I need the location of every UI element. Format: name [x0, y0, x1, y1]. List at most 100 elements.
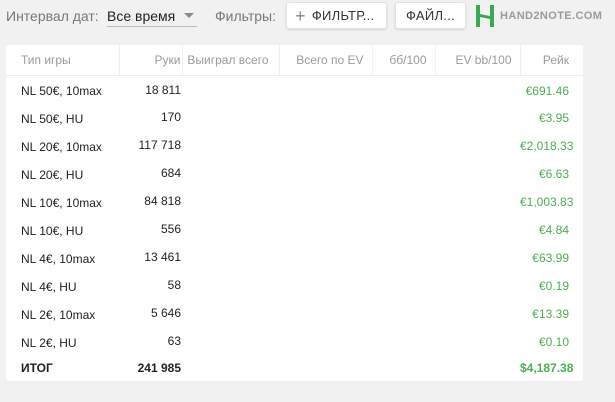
- evbb100-cell: [435, 271, 520, 299]
- hands-cell: 58: [167, 278, 181, 292]
- total-rake: $4,187.38: [520, 361, 574, 375]
- column-header-game[interactable]: Тип игры: [6, 45, 120, 76]
- evbb100-cell: [435, 159, 520, 187]
- rake-cell: €4.84: [538, 223, 569, 237]
- table-row[interactable]: NL 10€, HU 556 €4.84: [6, 215, 583, 243]
- total-hands: 241 985: [137, 361, 181, 375]
- bb100-cell: [372, 299, 435, 327]
- bb100-cell: [372, 75, 435, 103]
- rake-cell: €0.19: [538, 279, 569, 293]
- won-cell: [182, 215, 279, 243]
- evbb100-cell: [435, 215, 520, 243]
- toolbar: Интервал дат: Все время Фильтры: + ФИЛЬТ…: [0, 0, 615, 34]
- interval-label: Интервал дат:: [6, 8, 99, 24]
- column-header-hands[interactable]: Руки: [119, 45, 183, 76]
- hands-cell: 556: [160, 222, 181, 236]
- table-header-row: Тип игры Руки Выиграл всего Всего по EV …: [6, 45, 583, 76]
- won-cell: [182, 187, 279, 215]
- total-bb100: [372, 355, 435, 381]
- evbb100-cell: [435, 299, 520, 327]
- rake-cell: €13.39: [532, 307, 569, 321]
- bb100-cell: [372, 131, 435, 159]
- hands-cell: 13 461: [144, 250, 181, 264]
- hands-cell: 84 818: [144, 194, 181, 208]
- total-evbb100: [435, 355, 520, 381]
- game-type-cell: NL 20€, HU: [21, 168, 84, 182]
- hands-cell: 684: [160, 166, 181, 180]
- evbb100-cell: [435, 327, 520, 355]
- table-row[interactable]: NL 2€, 10max 5 646 €13.39: [6, 299, 583, 327]
- game-type-cell: NL 50€, HU: [21, 112, 84, 126]
- won-cell: [182, 327, 279, 355]
- rake-cell: €691.46: [525, 83, 569, 98]
- ev-cell: [279, 271, 372, 299]
- rake-cell: €63.99: [532, 251, 569, 265]
- table-row[interactable]: NL 20€, HU 684 €6.63: [6, 159, 583, 187]
- ev-cell: [279, 187, 372, 215]
- rake-cell: €1,003.83: [520, 195, 574, 209]
- hands-cell: 170: [160, 110, 181, 124]
- bb100-cell: [372, 215, 435, 243]
- ev-cell: [279, 215, 372, 243]
- rake-cell: €0.10: [538, 335, 569, 349]
- table-row[interactable]: NL 50€, HU 170 €3.95: [6, 103, 583, 131]
- hands-cell: 63: [167, 334, 181, 348]
- ev-cell: [279, 131, 372, 159]
- ev-cell: [279, 327, 372, 355]
- bb100-cell: [372, 271, 435, 299]
- won-cell: [182, 75, 279, 103]
- table-row[interactable]: NL 2€, HU 63 €0.10: [6, 327, 583, 355]
- rake-cell: €2,018.33: [520, 139, 574, 153]
- rake-cell: €3.95: [538, 111, 569, 125]
- file-button-label: ФАЙЛ...: [405, 8, 456, 23]
- rake-cell: €6.63: [538, 167, 569, 181]
- logo-text: HAND2NOTE.COM: [500, 10, 603, 22]
- column-header-rake[interactable]: Рейк: [520, 45, 583, 76]
- column-header-evbb100[interactable]: EV bb/100: [435, 45, 521, 76]
- results-table: Тип игры Руки Выиграл всего Всего по EV …: [6, 45, 583, 381]
- bb100-cell: [372, 243, 435, 271]
- won-cell: [182, 271, 279, 299]
- interval-value: Все время: [107, 7, 176, 24]
- hands-cell: 18 811: [145, 82, 181, 97]
- column-header-won[interactable]: Выиграл всего: [182, 45, 280, 76]
- add-filter-button[interactable]: + ФИЛЬТР...: [286, 2, 387, 29]
- won-cell: [182, 131, 279, 159]
- evbb100-cell: [435, 243, 520, 271]
- ev-cell: [279, 299, 372, 327]
- won-cell: [182, 243, 279, 271]
- file-button[interactable]: ФАЙЛ...: [395, 2, 466, 29]
- total-label: ИТОГ: [21, 361, 53, 375]
- table-row[interactable]: NL 50€, 10max 18 811 €691.46: [6, 75, 583, 103]
- table-row[interactable]: NL 4€, HU 58 €0.19: [6, 271, 583, 299]
- table-row[interactable]: NL 20€, 10max 117 718 €2,018.33: [6, 131, 583, 159]
- hand2note-logo-icon: [476, 5, 494, 27]
- table-row[interactable]: NL 4€, 10max 13 461 €63.99: [6, 243, 583, 271]
- plus-icon: +: [295, 5, 306, 26]
- interval-dropdown[interactable]: Все время: [107, 5, 198, 27]
- column-header-ev[interactable]: Всего по EV: [279, 45, 373, 76]
- total-won: [182, 355, 279, 381]
- hands-cell: 5 646: [150, 306, 181, 320]
- add-filter-label: ФИЛЬТР...: [311, 8, 375, 23]
- bb100-cell: [372, 103, 435, 131]
- results-panel: Тип игры Руки Выиграл всего Всего по EV …: [6, 45, 583, 381]
- won-cell: [182, 103, 279, 131]
- game-type-cell: NL 2€, 10max: [21, 308, 96, 322]
- total-ev: [279, 355, 372, 381]
- table-row[interactable]: NL 10€, 10max 84 818 €1,003.83: [6, 187, 583, 215]
- won-cell: [182, 159, 279, 187]
- game-type-cell: NL 2€, HU: [21, 336, 77, 350]
- chevron-down-icon: [184, 13, 195, 18]
- evbb100-cell: [435, 75, 520, 103]
- bb100-cell: [372, 159, 435, 187]
- hands-cell: 117 718: [138, 138, 182, 152]
- evbb100-cell: [435, 131, 520, 159]
- column-header-bb100[interactable]: бб/100: [372, 45, 436, 76]
- game-type-cell: NL 10€, 10max: [21, 196, 102, 210]
- filters-label: Фильтры:: [215, 8, 276, 24]
- total-row: ИТОГ 241 985 $4,187.38: [6, 355, 583, 381]
- ev-cell: [279, 159, 372, 187]
- game-type-cell: NL 10€, HU: [21, 224, 84, 238]
- game-type-cell: NL 4€, HU: [21, 280, 77, 294]
